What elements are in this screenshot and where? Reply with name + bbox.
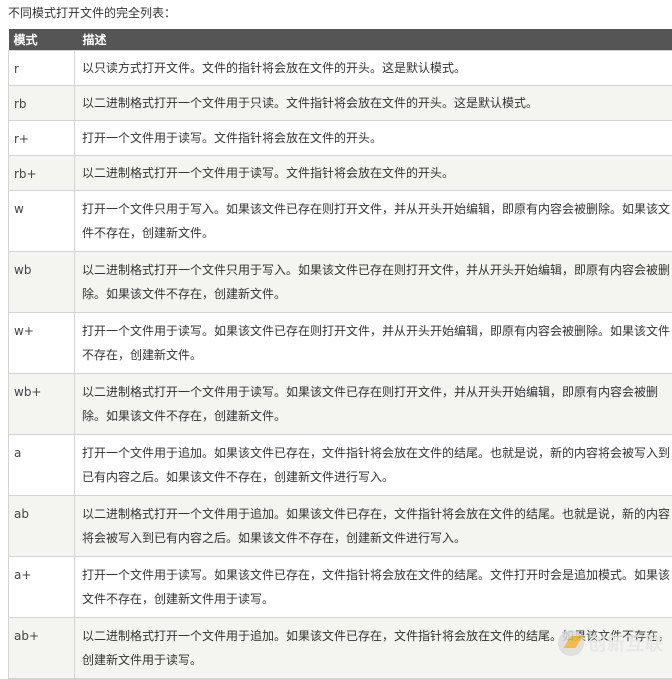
description-cell: 打开一个文件用于读写。文件指针将会放在文件的开头。	[75, 121, 672, 156]
file-mode-table: 模式 描述 r以只读方式打开文件。文件的指针将会放在文件的开头。这是默认模式。r…	[8, 29, 672, 679]
table-row: r+ 打开一个文件用于读写。文件指针将会放在文件的开头。	[9, 121, 672, 156]
description-cell: 以二进制格式打开一个文件用于追加。如果该文件已存在，文件指针将会放在文件的结尾。…	[75, 496, 672, 557]
mode-cell: ab+	[9, 618, 75, 679]
table-row: ab以二进制格式打开一个文件用于追加。如果该文件已存在，文件指针将会放在文件的结…	[9, 496, 672, 557]
table-row: a打开一个文件用于追加。如果该文件已存在，文件指针将会放在文件的结尾。也就是说，…	[9, 435, 672, 496]
mode-cell: rb	[9, 86, 75, 121]
table-row: a+打开一个文件用于读写。如果该文件已存在，文件指针将会放在文件的结尾。文件打开…	[9, 557, 672, 618]
mode-cell: r	[9, 51, 75, 86]
table-row: w打开一个文件只用于写入。如果该文件已存在则打开文件，并从开头开始编辑，即原有内…	[9, 191, 672, 252]
description-cell: 以二进制格式打开一个文件用于读写。如果该文件已存在则打开文件，并从开头开始编辑，…	[75, 374, 672, 435]
description-text: 以二进制格式打开一个文件用于追加。如果该文件已存在，文件指针将会放在文件的结尾。…	[82, 502, 672, 550]
header-description: 描述	[75, 29, 672, 51]
mode-cell: rb+	[9, 156, 75, 191]
description-cell: 以二进制格式打开一个文件用于只读。文件指针将会放在文件的开头。这是默认模式。	[75, 86, 672, 121]
table-row: rb+ 以二进制格式打开一个文件用于读写。文件指针将会放在文件的开头。	[9, 156, 672, 191]
watermark-text: 创新互联	[588, 630, 664, 656]
description-text: 以二进制格式打开一个文件用于读写。如果该文件已存在则打开文件，并从开头开始编辑，…	[82, 380, 672, 428]
table-header-row: 模式 描述	[9, 29, 672, 51]
mode-cell: w+	[9, 313, 75, 374]
description-text: 以只读方式打开文件。文件的指针将会放在文件的开头。这是默认模式。	[82, 56, 672, 80]
description-cell: 以二进制格式打开一个文件用于读写。文件指针将会放在文件的开头。	[75, 156, 672, 191]
mode-cell: wb+	[9, 374, 75, 435]
mode-cell: wb	[9, 252, 75, 313]
table-row: wb+以二进制格式打开一个文件用于读写。如果该文件已存在则打开文件，并从开头开始…	[9, 374, 672, 435]
description-text: 打开一个文件用于读写。文件指针将会放在文件的开头。	[82, 126, 672, 150]
description-text: 打开一个文件用于读写。如果该文件已存在，文件指针将会放在文件的结尾。文件打开时会…	[82, 563, 672, 611]
description-text: 打开一个文件只用于写入。如果该文件已存在则打开文件，并从开头开始编辑，即原有内容…	[82, 197, 672, 245]
description-cell: 以二进制格式打开一个文件只用于写入。如果该文件已存在则打开文件，并从开头开始编辑…	[75, 252, 672, 313]
table-row: rb 以二进制格式打开一个文件用于只读。文件指针将会放在文件的开头。这是默认模式。	[9, 86, 672, 121]
description-text: 以二进制格式打开一个文件用于读写。文件指针将会放在文件的开头。	[82, 161, 672, 185]
description-text: 打开一个文件用于追加。如果该文件已存在，文件指针将会放在文件的结尾。也就是说，新…	[82, 441, 672, 489]
table-row: r 以只读方式打开文件。文件的指针将会放在文件的开头。这是默认模式。	[9, 51, 672, 86]
mode-cell: w	[9, 191, 75, 252]
description-cell: 打开一个文件用于读写。如果该文件已存在则打开文件，并从开头开始编辑，即原有内容会…	[75, 313, 672, 374]
mode-cell: a+	[9, 557, 75, 618]
description-cell: 打开一个文件用于读写。如果该文件已存在，文件指针将会放在文件的结尾。文件打开时会…	[75, 557, 672, 618]
description-text: 打开一个文件用于读写。如果该文件已存在则打开文件，并从开头开始编辑，即原有内容会…	[82, 319, 672, 367]
description-cell: 打开一个文件只用于写入。如果该文件已存在则打开文件，并从开头开始编辑，即原有内容…	[75, 191, 672, 252]
description-cell: 以只读方式打开文件。文件的指针将会放在文件的开头。这是默认模式。	[75, 51, 672, 86]
mode-cell: r+	[9, 121, 75, 156]
watermark: 创新互联	[558, 630, 664, 656]
intro-text: 不同模式打开文件的完全列表：	[8, 5, 176, 21]
description-cell: 打开一个文件用于追加。如果该文件已存在，文件指针将会放在文件的结尾。也就是说，新…	[75, 435, 672, 496]
watermark-logo-icon	[558, 630, 584, 656]
mode-cell: a	[9, 435, 75, 496]
header-mode: 模式	[9, 29, 75, 51]
mode-cell: ab	[9, 496, 75, 557]
description-text: 以二进制格式打开一个文件只用于写入。如果该文件已存在则打开文件，并从开头开始编辑…	[82, 258, 672, 306]
description-text: 以二进制格式打开一个文件用于只读。文件指针将会放在文件的开头。这是默认模式。	[82, 91, 672, 115]
table-row: w+打开一个文件用于读写。如果该文件已存在则打开文件，并从开头开始编辑，即原有内…	[9, 313, 672, 374]
table-row: wb以二进制格式打开一个文件只用于写入。如果该文件已存在则打开文件，并从开头开始…	[9, 252, 672, 313]
